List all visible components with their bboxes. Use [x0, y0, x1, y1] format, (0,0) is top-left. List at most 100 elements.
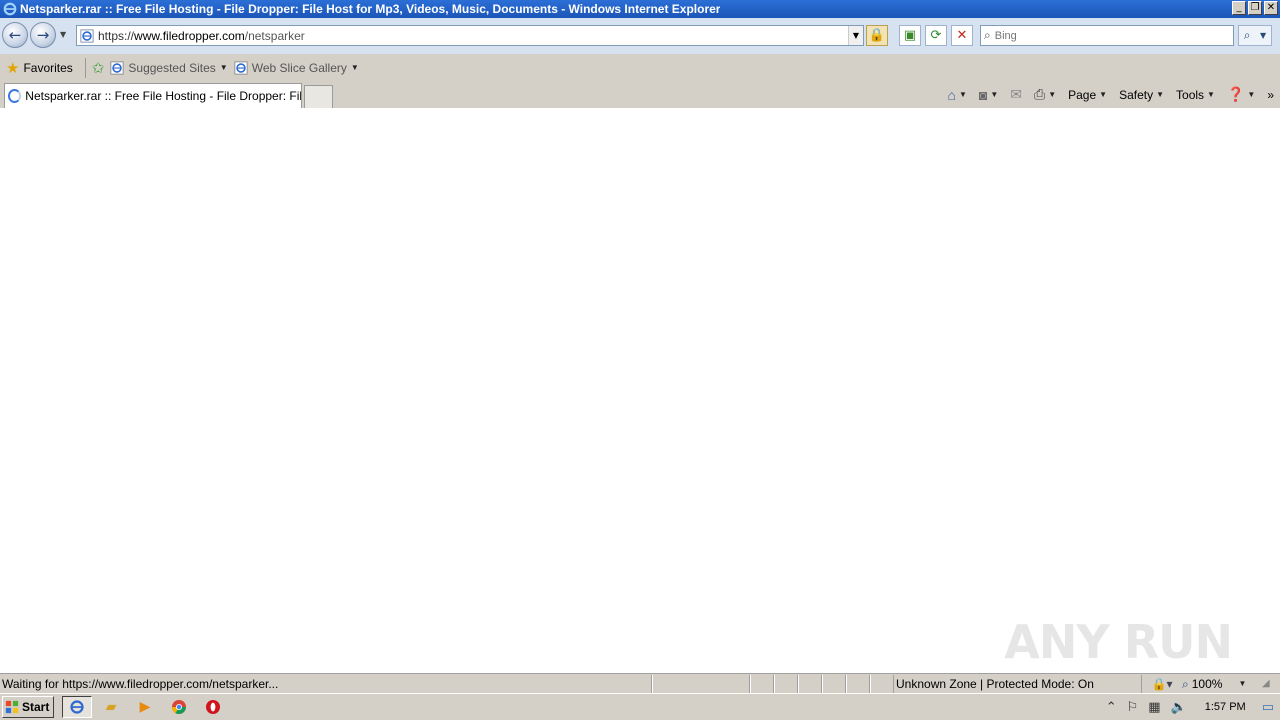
zoom-magnifier-icon: ⌕: [1182, 676, 1189, 691]
chevron-down-icon: ▼: [990, 90, 999, 99]
home-button[interactable]: ⌂ ▼: [947, 87, 966, 103]
loading-spinner-icon: [8, 89, 22, 103]
feeds-button[interactable]: ◙ ▼: [979, 87, 998, 103]
address-bar[interactable]: https://www.filedropper.com/netsparker ▼: [76, 25, 864, 46]
status-cell: [774, 674, 798, 693]
page-menu[interactable]: Page ▼: [1068, 88, 1107, 102]
show-hidden-icons-icon[interactable]: ⌃: [1106, 700, 1117, 715]
taskbar-media-player[interactable]: ▶: [130, 696, 160, 718]
resize-grip-icon[interactable]: ◢: [1262, 675, 1276, 693]
media-player-icon: ▶: [139, 699, 151, 715]
chevron-down-icon: ▼: [1207, 90, 1215, 99]
tab-active[interactable]: Netsparker.rar :: Free File Hosting - Fi…: [4, 83, 302, 108]
status-cell: [846, 674, 870, 693]
chevron-down-icon: ▼: [1156, 90, 1165, 99]
status-text: Waiting for https://www.filedropper.com/…: [0, 674, 652, 693]
search-button[interactable]: ⌕ ▼: [1238, 25, 1272, 46]
status-cell: [798, 674, 822, 693]
chevron-down-icon: ▼: [1048, 90, 1057, 99]
forward-button[interactable]: →: [30, 22, 56, 48]
address-url: https://www.filedropper.com/netsparker: [98, 28, 305, 43]
status-cell: [870, 674, 894, 693]
print-button[interactable]: ⎙ ▼: [1034, 86, 1056, 103]
chevron-down-icon: ▼: [1238, 678, 1247, 688]
chevron-down-icon: ▼: [1247, 90, 1256, 99]
command-bar: ⌂ ▼ ◙ ▼ ✉ ⎙ ▼ Page ▼ Safety ▼ Tools ▼ ❓ ▼ »: [947, 81, 1274, 108]
ie-logo-icon: [3, 2, 17, 16]
back-arrow-icon: ←: [8, 26, 22, 44]
back-button[interactable]: ←: [2, 22, 28, 48]
title-bar[interactable]: Netsparker.rar :: Free File Hosting - Fi…: [0, 0, 1280, 18]
address-dropdown-button[interactable]: ▼: [848, 26, 863, 45]
read-mail-button[interactable]: ✉: [1010, 86, 1022, 103]
mail-icon: ✉: [1010, 86, 1022, 102]
restore-button[interactable]: ❐: [1248, 1, 1262, 15]
taskbar: Start ▰ ▶ ⌃ ⚐ ▦ 🔈 1:57 PM ▭: [0, 693, 1280, 720]
security-lock-icon[interactable]: 🔒: [866, 25, 888, 46]
tools-menu[interactable]: Tools ▼: [1176, 88, 1215, 102]
favorites-item-web-slice-gallery[interactable]: Web Slice Gallery ▼: [234, 61, 359, 75]
chevron-right-double-icon: »: [1267, 87, 1274, 102]
favorites-separator: [84, 57, 86, 78]
minimize-button[interactable]: _: [1232, 1, 1246, 15]
tab-label: Netsparker.rar :: Free File Hosting - Fi…: [25, 89, 301, 103]
window-title: Netsparker.rar :: Free File Hosting - Fi…: [20, 2, 721, 16]
close-button[interactable]: ✕: [1264, 1, 1278, 15]
favorites-item-suggested-sites[interactable]: Suggested Sites ▼: [110, 60, 228, 75]
folder-icon: ▰: [105, 699, 117, 715]
stop-icon[interactable]: ✕: [951, 25, 973, 46]
ie-page-icon: [110, 60, 124, 75]
chevron-down-icon: ▼: [219, 63, 228, 72]
search-box[interactable]: ⌕: [980, 25, 1234, 46]
page-menu-label: Page: [1068, 87, 1097, 102]
chevron-down-icon: ▼: [350, 63, 359, 72]
network-icon[interactable]: ▦: [1148, 700, 1160, 715]
opera-icon: [206, 700, 220, 714]
start-button[interactable]: Start: [2, 696, 54, 718]
compatibility-view-icon[interactable]: ▣: [899, 25, 921, 46]
new-tab-button[interactable]: [304, 85, 333, 108]
suggested-sites-label: Suggested Sites: [128, 60, 216, 75]
forward-arrow-icon: →: [36, 26, 50, 44]
anyrun-watermark: ANY RUN: [1004, 615, 1233, 669]
windows-logo-icon: [5, 700, 19, 714]
status-cell: [750, 674, 774, 693]
navigation-bar: ← → ▼ https://www.filedropper.com/netspa…: [0, 18, 1280, 54]
taskbar-clock[interactable]: 1:57 PM: [1205, 701, 1246, 713]
zoom-level-label: 100%: [1191, 676, 1223, 691]
taskbar-file-explorer[interactable]: ▰: [96, 696, 126, 718]
tab-row: Netsparker.rar :: Free File Hosting - Fi…: [0, 81, 1280, 108]
status-cell: [822, 674, 846, 693]
home-icon: ⌂: [947, 86, 956, 103]
search-input[interactable]: [994, 29, 1215, 42]
favorites-button[interactable]: ★ Favorites: [6, 59, 73, 77]
help-icon: ❓: [1226, 86, 1245, 102]
favorites-label: Favorites: [23, 60, 73, 75]
start-label: Start: [22, 700, 50, 714]
action-center-flag-icon[interactable]: ⚐: [1127, 700, 1139, 715]
safety-menu[interactable]: Safety ▼: [1119, 88, 1164, 102]
page-content[interactable]: ANY RUN: [0, 108, 1280, 673]
refresh-icon[interactable]: ⟳: [925, 25, 947, 46]
show-desktop-icon[interactable]: ▭: [1262, 700, 1274, 715]
printer-icon: ⎙: [1033, 86, 1046, 102]
recent-pages-dropdown[interactable]: ▼: [60, 30, 66, 39]
add-to-favorites-bar-button[interactable]: ✩: [92, 59, 105, 77]
status-bar: Waiting for https://www.filedropper.com/…: [0, 673, 1280, 693]
add-favorite-icon: ✩: [91, 59, 105, 77]
security-zone-text[interactable]: Unknown Zone | Protected Mode: On: [894, 674, 1142, 693]
progress-cell: [652, 674, 750, 693]
help-menu[interactable]: ❓ ▼: [1227, 86, 1255, 103]
taskbar-chrome[interactable]: [164, 696, 194, 718]
chevron-down-icon: ▼: [1099, 90, 1108, 99]
volume-icon[interactable]: 🔈: [1171, 700, 1187, 715]
taskbar-internet-explorer[interactable]: [62, 696, 92, 718]
taskbar-opera[interactable]: [198, 696, 228, 718]
zoom-level-button[interactable]: ⌕ 100% ▼: [1182, 675, 1262, 693]
command-bar-overflow[interactable]: »: [1267, 88, 1274, 102]
protected-mode-icon[interactable]: 🔒▾: [1142, 675, 1182, 693]
chrome-icon: [172, 700, 186, 714]
rss-feed-icon: ◙: [978, 86, 988, 103]
ie-logo-icon: [70, 700, 84, 714]
page-icon: [80, 28, 94, 43]
